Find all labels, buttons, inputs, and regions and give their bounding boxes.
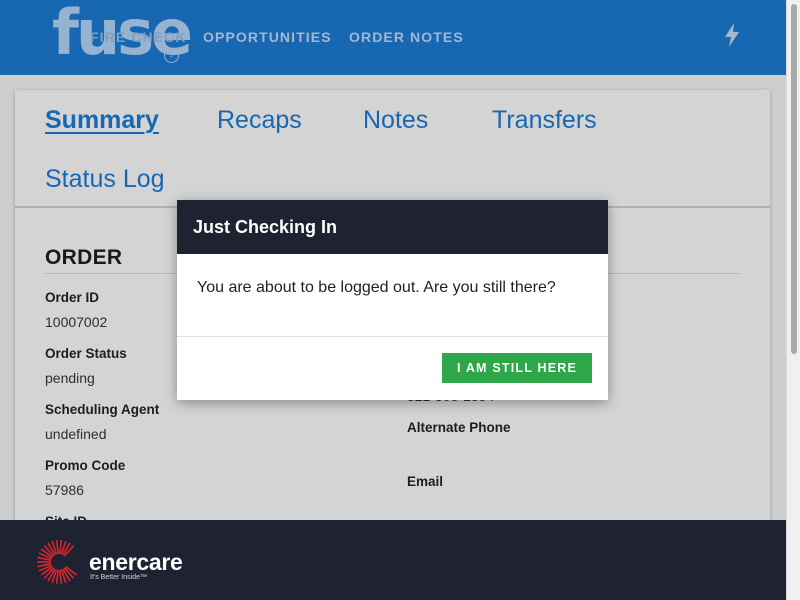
dialog-header: Just Checking In [177, 200, 608, 254]
page-scrollbar[interactable] [786, 0, 800, 600]
dialog-message: You are about to be logged out. Are you … [197, 279, 556, 296]
dialog-divider [177, 336, 608, 337]
scrollbar-thumb[interactable] [791, 4, 797, 354]
still-here-button[interactable]: I AM STILL HERE [442, 353, 592, 383]
enercare-tagline: It's Better Inside™ [90, 574, 147, 581]
enercare-logo-icon [37, 540, 78, 584]
enercare-brand: enercare [89, 549, 183, 575]
dialog-title: Just Checking In [193, 217, 338, 237]
session-timeout-dialog: Just Checking In You are about to be log… [177, 200, 608, 400]
